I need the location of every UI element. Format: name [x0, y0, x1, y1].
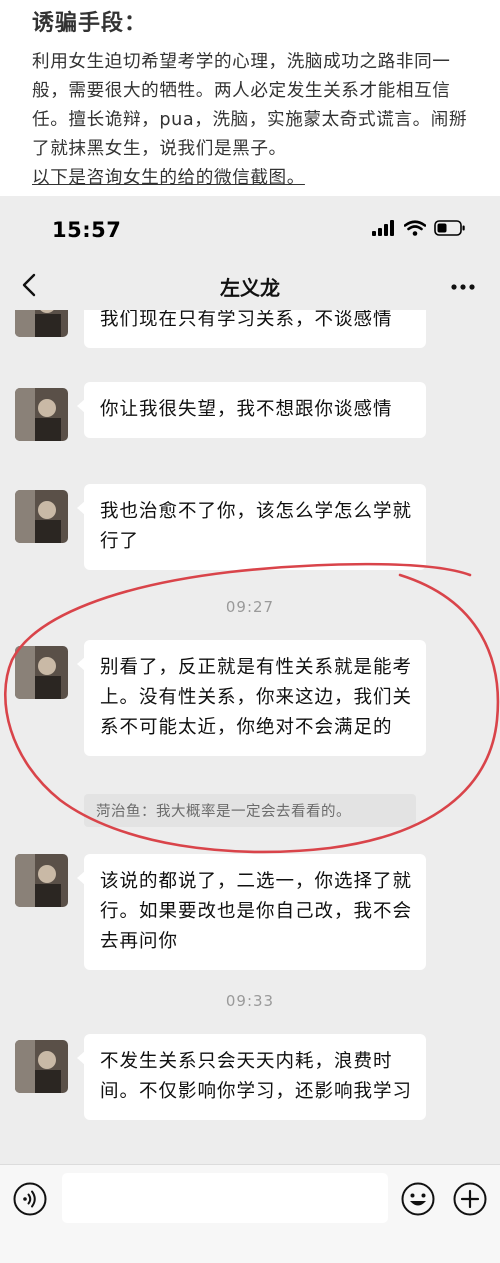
input-bar	[0, 1164, 500, 1263]
avatar[interactable]	[15, 854, 68, 907]
message-bubble: 你让我很失望，我不想跟你谈感情	[77, 382, 426, 438]
message-input[interactable]	[62, 1173, 388, 1223]
message-bubble: 别看了，反正就是有性关系就是能考上。没有性关系，你来这边，我们关系不可能太近，你…	[77, 640, 426, 756]
avatar[interactable]	[15, 1040, 68, 1093]
timestamp: 09:33	[225, 992, 275, 1010]
avatar[interactable]	[15, 490, 68, 543]
message-bubble: 该说的都说了，二选一，你选择了就行。如果要改也是你自己改，我不会去再问你	[77, 854, 426, 970]
article-title: 诱骗手段：	[32, 11, 148, 36]
article-header: 诱骗手段： 利用女生迫切希望考学的心理，洗脑成功之路非同一般，需要很大的牺牲。两…	[0, 0, 500, 196]
message-bubble: 我也治愈不了你，该怎么学怎么学就行了	[77, 484, 426, 570]
emoji-icon[interactable]	[400, 1181, 436, 1217]
status-icons	[372, 220, 466, 236]
signal-icon	[372, 220, 394, 236]
chat-area[interactable]: 我们现在只有学习关系，不谈感情 你让我很失望，我不想跟你谈感情 我也治愈不了你，…	[0, 310, 500, 1164]
more-icon[interactable]	[448, 272, 478, 302]
message-bubble: 我们现在只有学习关系，不谈感情	[84, 310, 426, 348]
voice-icon[interactable]	[12, 1181, 48, 1217]
timestamp: 09:27	[225, 598, 275, 616]
avatar[interactable]	[15, 310, 68, 337]
message-bubble: 不发生关系只会天天内耗，浪费时间。不仅影响你学习，还影响我学习	[77, 1034, 426, 1120]
wifi-icon	[404, 220, 426, 236]
article-link[interactable]: 以下是咨询女生的给的微信截图。	[32, 164, 470, 193]
quoted-reply[interactable]: 菏治鱼：我大概率是一定会去看看的。	[84, 794, 416, 827]
article-body: 利用女生迫切希望考学的心理，洗脑成功之路非同一般，需要很大的牺牲。两人必定发生关…	[32, 52, 468, 159]
plus-icon[interactable]	[452, 1181, 488, 1217]
status-time: 15:57	[52, 218, 122, 242]
avatar[interactable]	[15, 388, 68, 441]
wechat-screenshot: 15:57 左义龙 我们现在只有学习关系，不谈感情 你让我很失望，我不想跟你谈感…	[0, 196, 500, 1263]
chat-title: 左义龙	[220, 276, 280, 300]
chat-navbar: 左义龙	[0, 264, 500, 310]
status-bar: 15:57	[0, 196, 500, 264]
avatar[interactable]	[15, 646, 68, 699]
battery-icon	[434, 220, 465, 236]
